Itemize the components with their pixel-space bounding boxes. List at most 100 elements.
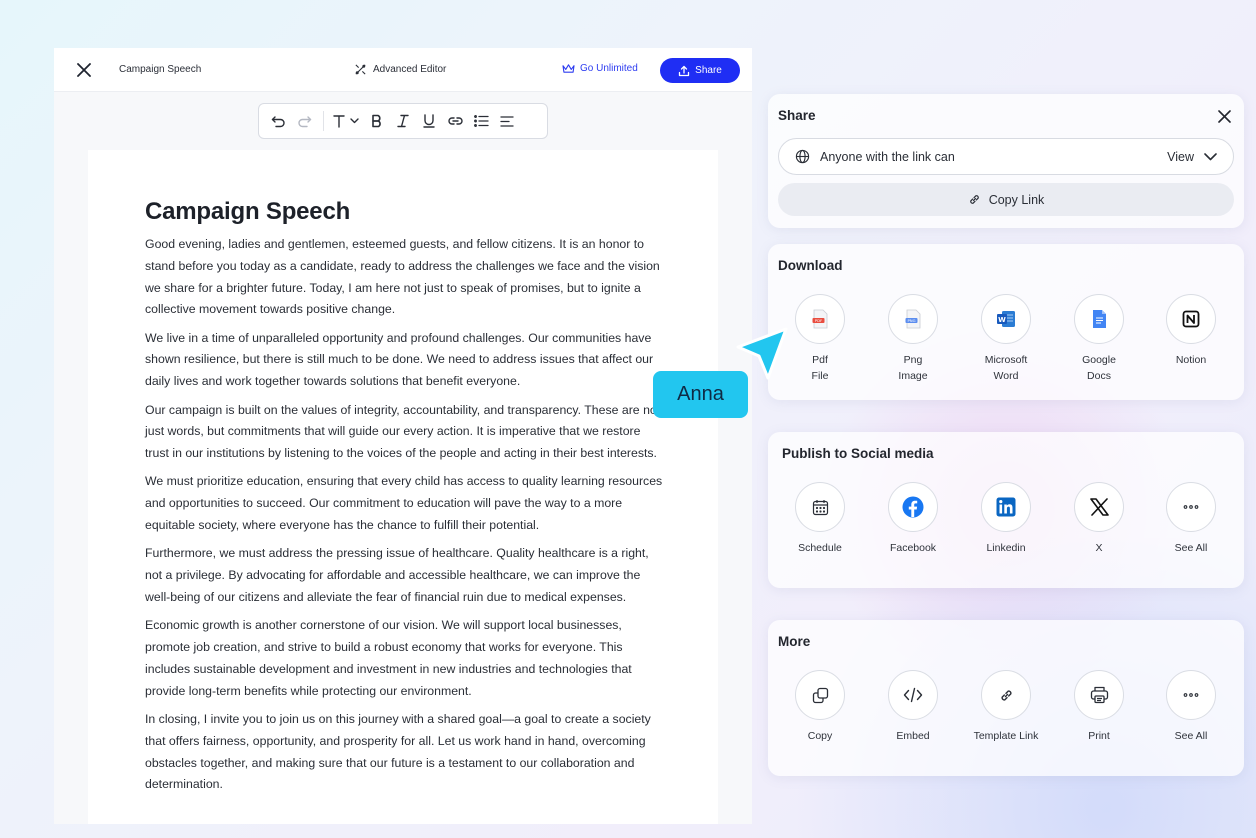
more-see-all-button[interactable]: See All	[1141, 670, 1241, 744]
x-label: X	[1095, 542, 1103, 554]
more-icon	[1183, 505, 1199, 509]
calendar-icon	[812, 499, 828, 515]
paragraph[interactable]: Our campaign is built on the values of i…	[145, 400, 665, 465]
svg-text:PDF: PDF	[815, 318, 822, 323]
copy-link-button[interactable]: Copy Link	[778, 183, 1234, 216]
schedule-label: Schedule	[798, 542, 842, 554]
download-pdf-label: Pdf File	[811, 354, 829, 382]
redo-button[interactable]	[291, 108, 317, 134]
align-button[interactable]	[494, 108, 520, 134]
icon-circle	[888, 670, 938, 720]
x-button[interactable]: X	[1049, 482, 1149, 556]
social-options: Schedule Facebook Linkedin X See All	[768, 482, 1244, 578]
png-image-icon: PNG	[905, 309, 921, 329]
share-panel: Share Anyone with the link can View Copy…	[768, 94, 1244, 228]
download-panel-title: Download	[778, 258, 843, 273]
download-google-docs-button[interactable]: Google Docs	[1049, 294, 1149, 384]
advanced-editor-label: Advanced Editor	[373, 64, 447, 75]
icon-circle	[888, 482, 938, 532]
paragraph[interactable]: We live in a time of unparalleled opport…	[145, 328, 665, 393]
undo-icon	[271, 115, 285, 127]
icon-circle	[1074, 482, 1124, 532]
upload-icon	[679, 65, 690, 76]
icon-circle: PNG	[888, 294, 938, 344]
align-left-icon	[500, 115, 514, 127]
icon-circle	[1166, 670, 1216, 720]
copy-link-label: Copy Link	[988, 192, 1045, 207]
more-see-all-label: See All	[1174, 730, 1208, 742]
underline-button[interactable]	[416, 108, 442, 134]
print-label: Print	[1088, 730, 1110, 742]
embed-label: Embed	[896, 730, 930, 742]
bold-button[interactable]	[364, 108, 390, 134]
document-body[interactable]: Good evening, ladies and gentlemen, este…	[145, 234, 665, 803]
paragraph[interactable]: Furthermore, we must address the pressin…	[145, 543, 665, 608]
template-link-button[interactable]: Template Link	[956, 670, 1056, 744]
paragraph[interactable]: We must prioritize education, ensuring t…	[145, 471, 665, 536]
svg-text:W: W	[998, 316, 1006, 324]
icon-circle	[1166, 482, 1216, 532]
magic-tools-icon	[355, 64, 366, 75]
document-title: Campaign Speech	[119, 64, 202, 75]
advanced-editor-button[interactable]: Advanced Editor	[354, 63, 446, 76]
icon-circle	[1074, 670, 1124, 720]
more-options: Copy Embed Template Link Print See All	[768, 670, 1244, 766]
more-icon	[1183, 693, 1199, 697]
share-button-label: Share	[695, 65, 722, 76]
print-button[interactable]: Print	[1049, 670, 1149, 744]
editor-top-bar: Campaign Speech Advanced Editor Go Unlim…	[54, 48, 752, 92]
crown-icon	[562, 64, 575, 73]
collaborator-name-tag: Anna	[653, 371, 748, 418]
close-editor-button[interactable]	[74, 60, 94, 80]
close-icon	[1217, 109, 1231, 123]
facebook-button[interactable]: Facebook	[863, 482, 963, 556]
share-button[interactable]: Share	[660, 58, 740, 83]
download-notion-button[interactable]: Notion	[1141, 294, 1241, 368]
pdf-file-icon: PDF	[812, 309, 828, 329]
facebook-icon	[902, 496, 924, 518]
download-options: PDF Pdf File PNG Png Image W Microsoft W…	[768, 294, 1244, 390]
go-unlimited-label: Go Unlimited	[580, 63, 638, 74]
download-png-button[interactable]: PNG Png Image	[863, 294, 963, 384]
copy-button[interactable]: Copy	[770, 670, 870, 744]
download-panel: Download PDF Pdf File PNG Png Image W Mi…	[768, 244, 1244, 400]
access-level-value: View	[1167, 149, 1194, 164]
link-access-select[interactable]: Anyone with the link can View	[778, 138, 1234, 175]
redo-icon	[297, 115, 311, 127]
icon-circle	[981, 670, 1031, 720]
download-google-docs-label: Google Docs	[1082, 354, 1116, 382]
code-icon	[903, 687, 923, 703]
social-see-all-label: See All	[1174, 542, 1208, 554]
social-see-all-button[interactable]: See All	[1141, 482, 1241, 556]
text-style-icon	[333, 115, 359, 128]
text-style-dropdown[interactable]	[330, 108, 364, 134]
schedule-button[interactable]: Schedule	[770, 482, 870, 556]
linkedin-label: Linkedin	[986, 542, 1026, 554]
icon-circle	[1166, 294, 1216, 344]
go-unlimited-button[interactable]: Go Unlimited	[562, 63, 638, 74]
embed-button[interactable]: Embed	[863, 670, 963, 744]
underline-icon	[423, 114, 435, 128]
document-heading[interactable]: Campaign Speech	[145, 198, 350, 226]
paragraph[interactable]: Good evening, ladies and gentlemen, este…	[145, 234, 665, 321]
editor-window: Campaign Speech Advanced Editor Go Unlim…	[54, 48, 752, 824]
bold-icon	[372, 114, 381, 128]
copy-label: Copy	[807, 730, 833, 742]
close-share-panel-button[interactable]	[1216, 108, 1232, 124]
download-word-button[interactable]: W Microsoft Word	[956, 294, 1056, 384]
template-link-label: Template Link	[973, 730, 1039, 742]
paragraph[interactable]: In closing, I invite you to join us on t…	[145, 709, 665, 796]
linkedin-button[interactable]: Linkedin	[956, 482, 1056, 556]
bullet-list-button[interactable]	[468, 108, 494, 134]
undo-button[interactable]	[265, 108, 291, 134]
document-page[interactable]: Campaign Speech Good evening, ladies and…	[88, 150, 718, 824]
italic-button[interactable]	[390, 108, 416, 134]
share-panel-title: Share	[778, 108, 816, 123]
link-access-text: Anyone with the link can	[820, 149, 955, 164]
printer-icon	[1090, 686, 1108, 704]
paragraph[interactable]: Economic growth is another cornerstone o…	[145, 615, 665, 702]
x-icon	[1089, 498, 1109, 516]
insert-link-button[interactable]	[442, 108, 468, 134]
publish-social-panel: Publish to Social media Schedule Faceboo…	[768, 432, 1244, 588]
icon-circle	[795, 482, 845, 532]
